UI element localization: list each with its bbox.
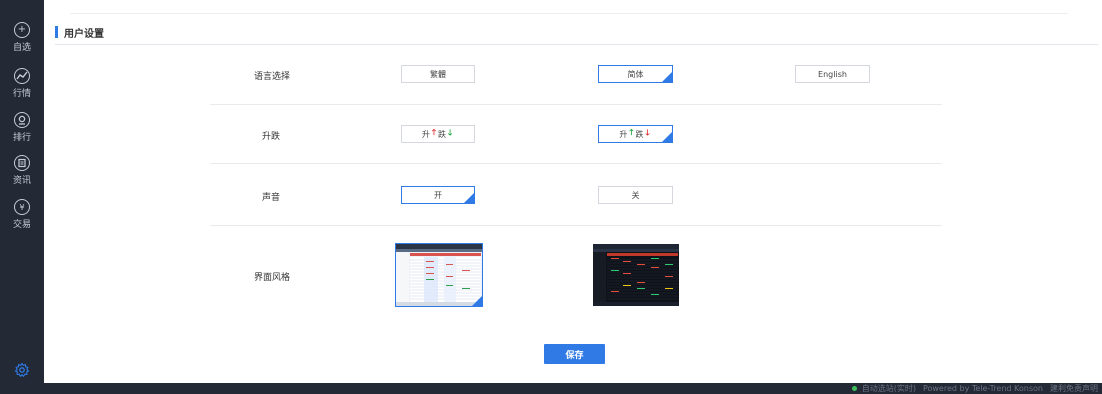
sound-label: 声音 (262, 193, 281, 203)
language-option-english[interactable]: English (795, 65, 870, 83)
updown-option-red-up[interactable]: 升 🡑 跌 🡓 (401, 125, 475, 143)
arrow-up-green-icon: 🡑 (629, 128, 634, 137)
sidebar-item-label: 交易 (12, 220, 31, 230)
language-option-traditional[interactable]: 繁體 (401, 65, 475, 83)
updown-label: 升跌 (262, 132, 281, 142)
sidebar-item-label: 排行 (12, 133, 31, 143)
theme-label: 界面风格 (254, 273, 291, 283)
sidebar-item-watchlist[interactable]: + 自选 (0, 20, 44, 60)
gear-icon[interactable] (14, 362, 30, 378)
sidebar-item-label: 资讯 (12, 176, 31, 186)
page-title: 用户设置 (64, 28, 104, 40)
section-header: 用户设置 (55, 24, 104, 40)
trend-chart-icon (14, 68, 30, 84)
updown-option-green-up[interactable]: 升 🡑 跌 🡓 (598, 125, 673, 143)
arrow-down-green-icon: 🡓 (448, 128, 453, 137)
disclaimer-link[interactable]: 建利免责声明 (1050, 383, 1098, 394)
powered-by-text: Powered by Tele-Trend Konson (922, 384, 1043, 393)
server-status-text[interactable]: 自动选站(实时) (862, 383, 916, 394)
sound-option-on[interactable]: 开 (401, 186, 475, 204)
sidebar-item-ranking[interactable]: 排行 (0, 110, 44, 150)
news-icon (14, 155, 30, 171)
dark-theme-preview[interactable] (593, 244, 679, 306)
sidebar-item-label: 自选 (12, 43, 31, 53)
sidebar-item-label: 行情 (12, 89, 31, 99)
sidebar: + 自选 行情 排行 资讯 ¥ 交易 (0, 0, 44, 383)
connection-status-dot-icon (851, 386, 857, 391)
language-option-simplified[interactable]: 简体 (598, 65, 673, 83)
save-button[interactable]: 保存 (544, 344, 605, 364)
app-root: + 自选 行情 排行 资讯 ¥ 交易 用户设置 语言选择 繁體 简体 Engli… (0, 0, 1102, 394)
arrow-up-red-icon: 🡑 (431, 128, 436, 137)
status-bar: 自动选站(实时) Powered by Tele-Trend Konson 建利… (0, 383, 1102, 394)
header-divider (55, 44, 1098, 45)
trade-icon: ¥ (14, 199, 30, 215)
section-accent-bar (55, 26, 58, 38)
plus-circle-icon: + (14, 22, 30, 38)
svg-text:¥: ¥ (19, 203, 24, 212)
sidebar-item-news[interactable]: 资讯 (0, 153, 44, 193)
ranking-icon (14, 112, 30, 128)
arrow-down-red-icon: 🡓 (645, 128, 650, 137)
sidebar-item-market[interactable]: 行情 (0, 66, 44, 106)
light-theme-preview[interactable] (395, 243, 483, 307)
row-divider (210, 104, 942, 105)
language-label: 语言选择 (254, 72, 291, 82)
sidebar-item-trade[interactable]: ¥ 交易 (0, 197, 44, 237)
row-divider (210, 163, 942, 164)
sound-option-off[interactable]: 关 (598, 186, 673, 204)
row-divider (210, 225, 942, 226)
top-divider (70, 13, 1068, 14)
